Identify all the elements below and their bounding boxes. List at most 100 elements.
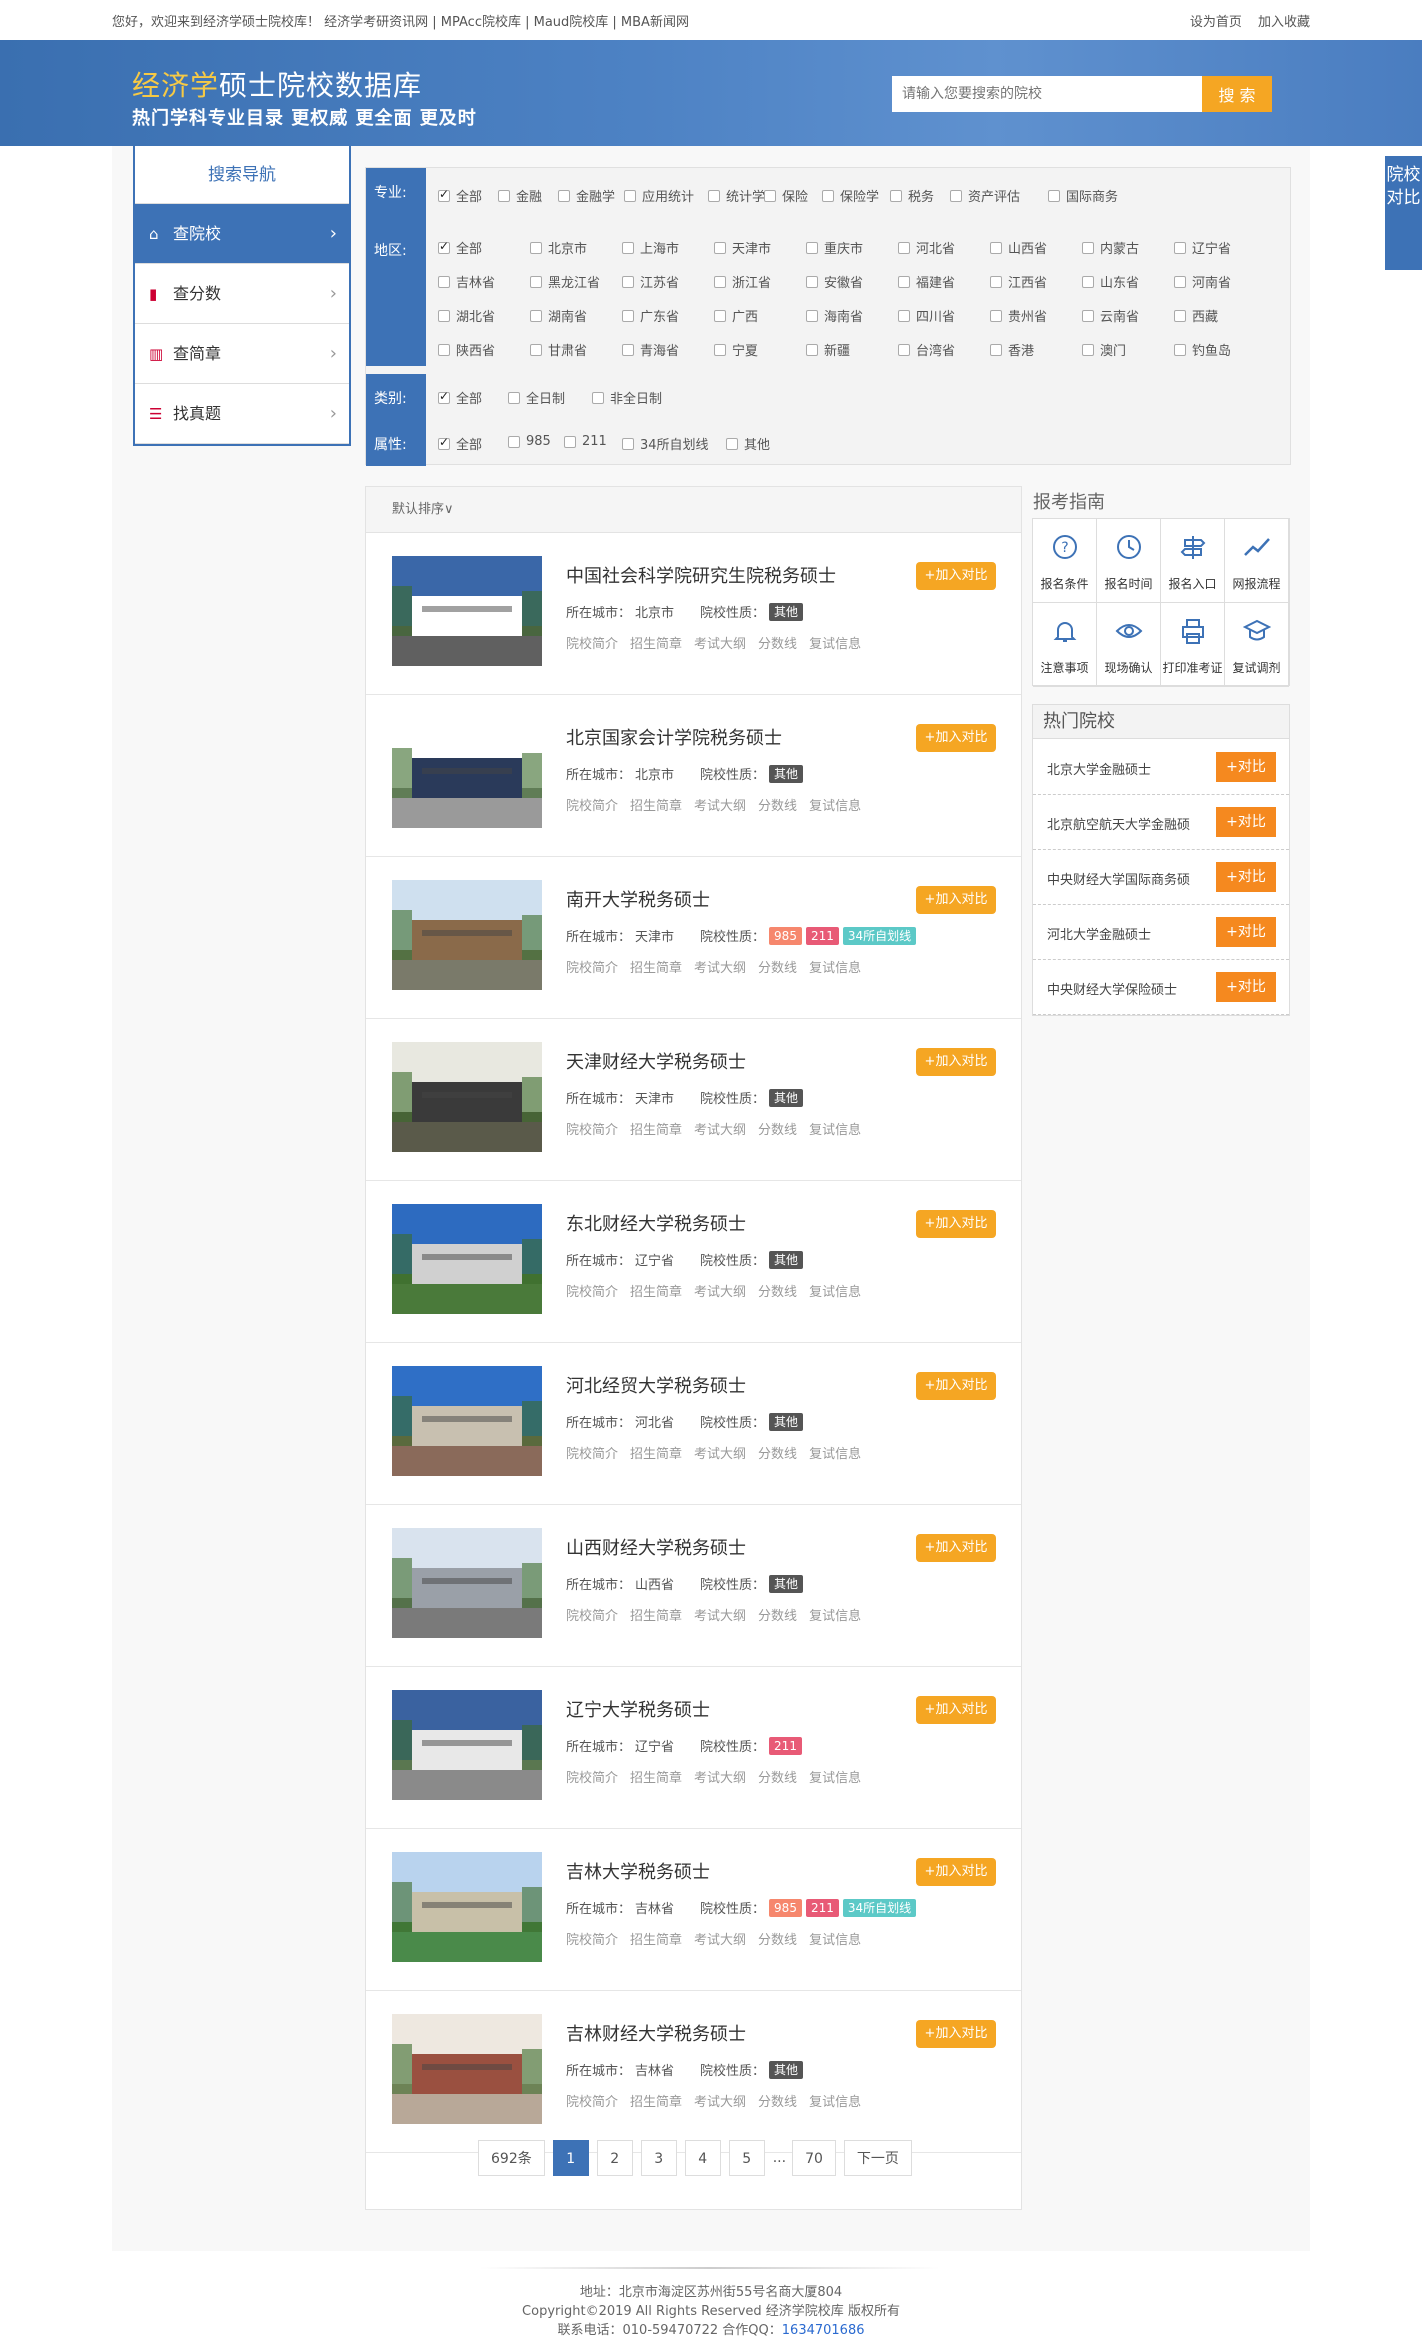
add-compare-button[interactable]: +加入对比 bbox=[916, 1210, 996, 1238]
page-4-button[interactable]: 4 bbox=[684, 2140, 721, 2176]
school-photo[interactable] bbox=[392, 1528, 542, 1638]
school-info-link[interactable]: 分数线 bbox=[758, 961, 797, 976]
filter-option[interactable]: 税务 bbox=[890, 186, 934, 205]
checkbox[interactable] bbox=[622, 275, 634, 288]
school-info-link[interactable]: 考试大纲 bbox=[694, 961, 746, 976]
filter-option[interactable]: 全部 bbox=[438, 388, 482, 407]
page-2-button[interactable]: 2 bbox=[596, 2140, 633, 2176]
school-name-link[interactable]: 南开大学税务硕士 bbox=[566, 886, 710, 912]
school-info-link[interactable]: 院校简介 bbox=[566, 1609, 618, 1624]
school-name-link[interactable]: 吉林财经大学税务硕士 bbox=[566, 2020, 746, 2046]
checkbox[interactable] bbox=[898, 343, 910, 356]
school-info-link[interactable]: 考试大纲 bbox=[694, 1771, 746, 1786]
school-info-link[interactable]: 招生简章 bbox=[630, 637, 682, 652]
school-info-link[interactable]: 考试大纲 bbox=[694, 799, 746, 814]
checkbox[interactable] bbox=[438, 389, 450, 404]
school-info-link[interactable]: 复试信息 bbox=[809, 637, 861, 652]
checkbox[interactable] bbox=[438, 343, 450, 356]
page-1-button[interactable]: 1 bbox=[552, 2140, 589, 2176]
school-info-link[interactable]: 招生简章 bbox=[630, 799, 682, 814]
checkbox[interactable] bbox=[564, 435, 576, 448]
checkbox[interactable] bbox=[990, 343, 1002, 356]
school-info-link[interactable]: 考试大纲 bbox=[694, 2095, 746, 2110]
school-info-link[interactable]: 分数线 bbox=[758, 2095, 797, 2110]
filter-option[interactable]: 贵州省 bbox=[990, 306, 1047, 325]
checkbox[interactable] bbox=[438, 187, 450, 202]
hot-compare-button[interactable]: +对比 bbox=[1216, 862, 1276, 892]
add-compare-button[interactable]: +加入对比 bbox=[916, 724, 996, 752]
checkbox[interactable] bbox=[822, 189, 834, 202]
checkbox[interactable] bbox=[438, 239, 450, 254]
filter-option[interactable]: 黑龙江省 bbox=[530, 272, 600, 291]
sort-dropdown[interactable]: 默认排序∨ bbox=[366, 487, 1021, 533]
checkbox[interactable] bbox=[950, 189, 962, 202]
school-photo[interactable] bbox=[392, 2014, 542, 2124]
school-info-link[interactable]: 分数线 bbox=[758, 799, 797, 814]
checkbox[interactable] bbox=[708, 189, 720, 202]
school-info-link[interactable]: 分数线 bbox=[758, 1447, 797, 1462]
checkbox[interactable] bbox=[714, 275, 726, 288]
school-info-link[interactable]: 招生简章 bbox=[630, 1771, 682, 1786]
school-info-link[interactable]: 考试大纲 bbox=[694, 1609, 746, 1624]
school-info-link[interactable]: 考试大纲 bbox=[694, 637, 746, 652]
school-info-link[interactable]: 复试信息 bbox=[809, 1123, 861, 1138]
school-info-link[interactable]: 复试信息 bbox=[809, 799, 861, 814]
filter-option[interactable]: 资产评估 bbox=[950, 186, 1020, 205]
nav-item-brochures[interactable]: ▥ 查简章 › bbox=[135, 324, 349, 384]
add-compare-button[interactable]: +加入对比 bbox=[916, 562, 996, 590]
school-info-link[interactable]: 招生简章 bbox=[630, 1285, 682, 1300]
checkbox[interactable] bbox=[508, 391, 520, 404]
school-info-link[interactable]: 分数线 bbox=[758, 637, 797, 652]
checkbox[interactable] bbox=[806, 343, 818, 356]
school-info-link[interactable]: 考试大纲 bbox=[694, 1285, 746, 1300]
checkbox[interactable] bbox=[990, 309, 1002, 322]
filter-option[interactable]: 福建省 bbox=[898, 272, 955, 291]
search-button[interactable]: 搜 索 bbox=[1202, 76, 1272, 112]
school-info-link[interactable]: 复试信息 bbox=[809, 961, 861, 976]
school-name-link[interactable]: 东北财经大学税务硕士 bbox=[566, 1210, 746, 1236]
checkbox[interactable] bbox=[558, 189, 570, 202]
school-info-link[interactable]: 分数线 bbox=[758, 1123, 797, 1138]
school-info-link[interactable]: 复试信息 bbox=[809, 2095, 861, 2110]
filter-option[interactable]: 211 bbox=[564, 434, 607, 449]
checkbox[interactable] bbox=[530, 241, 542, 254]
filter-option[interactable]: 安徽省 bbox=[806, 272, 863, 291]
checkbox[interactable] bbox=[530, 275, 542, 288]
filter-option[interactable]: 重庆市 bbox=[806, 238, 863, 257]
hot-compare-button[interactable]: +对比 bbox=[1216, 917, 1276, 947]
checkbox[interactable] bbox=[622, 343, 634, 356]
filter-option[interactable]: 北京市 bbox=[530, 238, 587, 257]
filter-option[interactable]: 江苏省 bbox=[622, 272, 679, 291]
school-info-link[interactable]: 复试信息 bbox=[809, 1285, 861, 1300]
filter-option[interactable]: 金融学 bbox=[558, 186, 615, 205]
checkbox[interactable] bbox=[990, 241, 1002, 254]
school-info-link[interactable]: 分数线 bbox=[758, 1609, 797, 1624]
school-info-link[interactable]: 招生简章 bbox=[630, 1447, 682, 1462]
school-info-link[interactable]: 复试信息 bbox=[809, 1447, 861, 1462]
filter-option[interactable]: 湖南省 bbox=[530, 306, 587, 325]
filter-option[interactable]: 保险 bbox=[764, 186, 808, 205]
guide-item[interactable]: 报名入口 bbox=[1161, 519, 1225, 603]
checkbox[interactable] bbox=[1082, 343, 1094, 356]
filter-option[interactable]: 香港 bbox=[990, 340, 1034, 359]
hot-school-name[interactable]: 北京大学金融硕士 bbox=[1047, 759, 1151, 778]
school-info-link[interactable]: 考试大纲 bbox=[694, 1933, 746, 1948]
filter-option[interactable]: 广东省 bbox=[622, 306, 679, 325]
filter-option[interactable]: 广西 bbox=[714, 306, 758, 325]
filter-option[interactable]: 云南省 bbox=[1082, 306, 1139, 325]
search-input[interactable] bbox=[892, 76, 1202, 112]
filter-option[interactable]: 保险学 bbox=[822, 186, 879, 205]
school-info-link[interactable]: 院校简介 bbox=[566, 2095, 618, 2110]
checkbox[interactable] bbox=[530, 343, 542, 356]
school-name-link[interactable]: 山西财经大学税务硕士 bbox=[566, 1534, 746, 1560]
checkbox[interactable] bbox=[1174, 241, 1186, 254]
checkbox[interactable] bbox=[714, 343, 726, 356]
checkbox[interactable] bbox=[1082, 275, 1094, 288]
bookmark-link[interactable]: 加入收藏 bbox=[1258, 15, 1310, 30]
guide-item[interactable]: 注意事项 bbox=[1033, 603, 1097, 687]
guide-item[interactable]: 网报流程 bbox=[1225, 519, 1289, 603]
checkbox[interactable] bbox=[1082, 309, 1094, 322]
filter-option[interactable]: 海南省 bbox=[806, 306, 863, 325]
school-info-link[interactable]: 院校简介 bbox=[566, 799, 618, 814]
filter-option[interactable]: 宁夏 bbox=[714, 340, 758, 359]
